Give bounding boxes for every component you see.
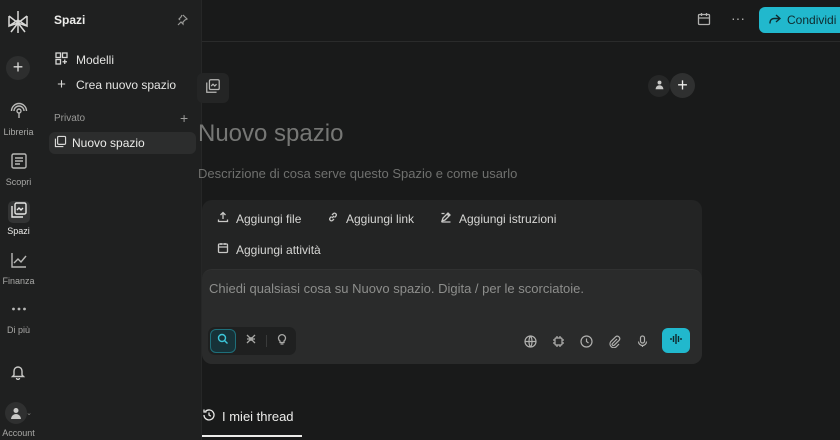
chevron-down-icon: ⌄ — [26, 410, 32, 417]
share-button[interactable]: Condividi — [759, 7, 840, 33]
spaces-icon — [205, 78, 221, 99]
add-instructions-button[interactable]: Aggiungi istruzioni — [440, 211, 556, 226]
history-icon — [202, 408, 216, 425]
space-description[interactable]: Descrizione di cosa serve questo Spazio … — [198, 166, 517, 181]
templates-icon — [55, 52, 68, 68]
sidebar-link-label: Modelli — [76, 53, 115, 67]
section-label-privato: Privato — [54, 113, 86, 124]
rail-label: Scopri — [5, 177, 32, 187]
research-mode-button[interactable] — [238, 329, 264, 353]
tab-my-threads[interactable]: I miei thread — [202, 408, 294, 425]
labs-mode-button[interactable] — [269, 329, 295, 353]
rail-item-finanza[interactable]: Finanza — [0, 249, 37, 286]
link-icon — [327, 211, 339, 226]
spaces-icon — [54, 135, 67, 151]
share-label: Condividi — [787, 13, 837, 27]
spaces-sidebar: Spazi Modelli + Crea nuovo spazio Privat… — [37, 0, 202, 440]
account-label: Account — [2, 428, 35, 438]
lightbulb-icon — [276, 332, 288, 350]
tab-label: I miei thread — [222, 409, 294, 424]
sidebar-space-nuovo-spazio[interactable]: Nuovo spazio — [49, 132, 196, 154]
space-label: Nuovo spazio — [72, 136, 145, 150]
rail-label: Finanza — [2, 276, 35, 286]
spaces-icon — [7, 201, 30, 223]
rail-item-di-piu[interactable]: Di più — [0, 298, 37, 335]
search-mode-button[interactable] — [210, 329, 236, 353]
calendar-icon — [217, 242, 229, 257]
logo-icon[interactable] — [7, 10, 29, 34]
rail-item-spazi[interactable]: Spazi — [0, 199, 37, 236]
action-label: Aggiungi attività — [236, 242, 321, 257]
sidebar-title: Spazi — [54, 13, 86, 27]
add-space-button[interactable]: + — [180, 110, 188, 126]
divider — [266, 335, 267, 347]
search-icon — [217, 332, 229, 350]
sidebar-link-modelli[interactable]: Modelli — [55, 52, 114, 68]
upload-icon — [217, 211, 229, 226]
sidebar-link-label: Crea nuovo spazio — [76, 77, 177, 92]
icon-rail: + Libreria Scopri Spazi Finanza Di più ⌄… — [0, 0, 37, 440]
composer: Chiedi qualsiasi cosa su Nuovo spazio. D… — [202, 269, 702, 364]
space-card: Aggiungi file Aggiungi link Aggiungi ist… — [202, 200, 702, 364]
more-icon — [8, 300, 30, 322]
rail-label: Libreria — [3, 127, 34, 137]
edit-icon — [440, 211, 452, 226]
action-label: Aggiungi istruzioni — [459, 211, 557, 226]
voice-mode-button[interactable] — [662, 328, 690, 353]
user-icon — [654, 77, 665, 95]
model-chip-icon[interactable] — [550, 333, 566, 349]
rail-label: Di più — [6, 325, 30, 335]
clock-icon[interactable] — [578, 333, 594, 349]
rail-item-scopri[interactable]: Scopri — [0, 150, 37, 187]
add-link-button[interactable]: Aggiungi link — [327, 211, 414, 226]
composer-input[interactable]: Chiedi qualsiasi cosa su Nuovo spazio. D… — [209, 281, 584, 296]
bell-icon[interactable] — [10, 364, 26, 385]
space-title[interactable]: Nuovo spazio — [198, 120, 343, 148]
add-file-button[interactable]: Aggiungi file — [217, 211, 301, 226]
new-thread-button[interactable]: + — [6, 56, 30, 80]
microphone-icon[interactable] — [634, 333, 650, 349]
tab-underline — [202, 435, 302, 437]
globe-icon[interactable] — [522, 333, 538, 349]
share-icon — [769, 13, 782, 28]
rail-label: Spazi — [7, 226, 30, 236]
calendar-settings-icon[interactable] — [697, 12, 712, 32]
attach-icon[interactable] — [606, 333, 622, 349]
add-task-button[interactable]: Aggiungi attività — [217, 242, 321, 257]
plus-icon: + — [57, 76, 66, 93]
library-icon — [8, 102, 30, 124]
members-button[interactable] — [648, 75, 670, 97]
action-label: Aggiungi file — [236, 211, 302, 226]
pin-icon[interactable] — [176, 13, 189, 31]
waveform-icon — [669, 332, 683, 350]
more-options-icon[interactable]: ··· — [731, 10, 745, 26]
avatar — [5, 402, 28, 424]
action-label: Aggiungi link — [346, 211, 415, 226]
discover-icon — [8, 152, 30, 174]
space-emoji-button[interactable] — [197, 73, 229, 103]
sidebar-link-crea-nuovo-spazio[interactable]: + Crea nuovo spazio — [55, 76, 176, 93]
top-bar: ··· Condividi — [202, 0, 840, 42]
mode-selector — [208, 327, 296, 355]
research-icon — [245, 332, 257, 350]
rail-item-libreria[interactable]: Libreria — [0, 100, 37, 137]
invite-member-button[interactable]: + — [670, 73, 695, 98]
finance-icon — [8, 251, 30, 273]
account-button[interactable]: ⌄ Account — [0, 402, 37, 438]
